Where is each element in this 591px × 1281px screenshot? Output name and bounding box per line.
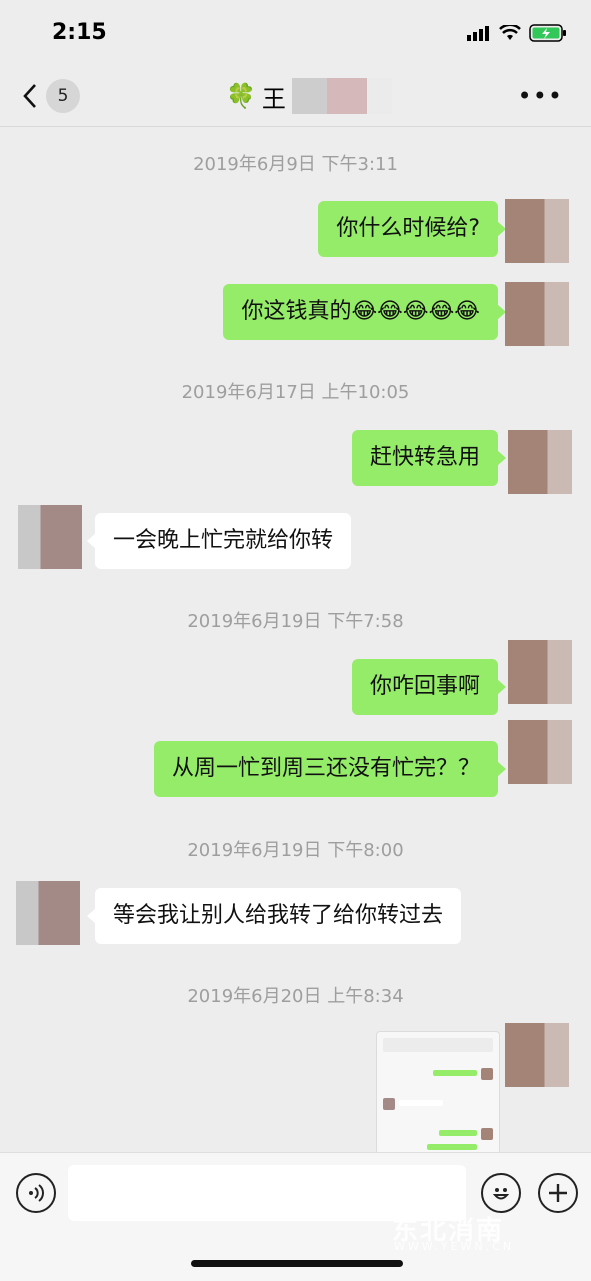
status-time: 2:15 [52,20,107,45]
thumbnail-header [383,1038,493,1052]
voice-icon [29,1184,44,1202]
contact-avatar[interactable] [16,881,80,945]
outgoing-message[interactable]: 你什么时候给? [318,201,506,257]
my-avatar[interactable] [508,430,572,494]
thumbnail-bubble [439,1130,477,1136]
outgoing-message[interactable]: 从周一忙到周三还没有忙完？？ [153,741,507,797]
wifi-icon [499,25,521,40]
battery-icon [529,24,566,42]
my-avatar[interactable] [505,199,569,263]
emoji-icon [492,1188,510,1200]
my-avatar[interactable] [508,720,572,784]
more-options-button[interactable]: ••• [518,82,563,110]
message-timestamp: 2019年6月17日 上午10:05 [181,382,410,403]
signal-icon [467,26,489,41]
watermark-url: WWW.YEWN.CN [394,1240,515,1253]
my-avatar[interactable] [505,1023,569,1087]
outgoing-message[interactable]: 你这钱真的😂😂😂😂😂 [223,284,506,340]
voice-button[interactable] [16,1173,56,1213]
more-actions-button[interactable] [538,1173,578,1213]
unread-count-badge: 5 [46,79,80,113]
chat-title: 🍀 王 [226,78,392,114]
outgoing-message[interactable]: 你咋回事啊 [351,659,507,715]
image-message[interactable] [376,1031,500,1155]
status-bar: 2:15 [0,0,591,66]
thumbnail-bubble [399,1100,443,1106]
plus-icon [549,1184,567,1202]
home-indicator[interactable] [191,1260,403,1267]
status-icons [467,24,567,42]
contact-avatar[interactable] [18,505,82,569]
thumbnail-bubble [433,1070,477,1076]
message-timestamp: 2019年6月19日 下午7:58 [187,611,404,632]
contact-name: 王 [261,84,286,113]
outgoing-message[interactable]: 赶快转急用 [351,430,507,486]
thumbnail-avatar [481,1068,493,1080]
my-avatar[interactable] [508,640,572,704]
censor-block [291,78,392,114]
thumbnail-avatar [383,1098,395,1110]
incoming-message[interactable]: 一会晚上忙完就给你转 [86,513,352,569]
incoming-message[interactable]: 等会我让别人给我转了给你转过去 [86,888,462,944]
emoji-button[interactable] [481,1173,521,1213]
message-timestamp: 2019年6月20日 上午8:34 [187,986,404,1007]
back-button[interactable]: 5 [22,78,92,114]
chevron-left-icon [23,84,36,108]
my-avatar[interactable] [505,282,569,346]
thumbnail-bubble [427,1144,477,1150]
thumbnail-avatar [481,1128,493,1140]
message-timestamp: 2019年6月19日 下午8:00 [187,840,404,861]
chat-header: 5 🍀 王 ••• [0,66,591,127]
clover-icon: 🍀 [226,82,256,110]
message-timestamp: 2019年6月9日 下午3:11 [193,154,398,175]
